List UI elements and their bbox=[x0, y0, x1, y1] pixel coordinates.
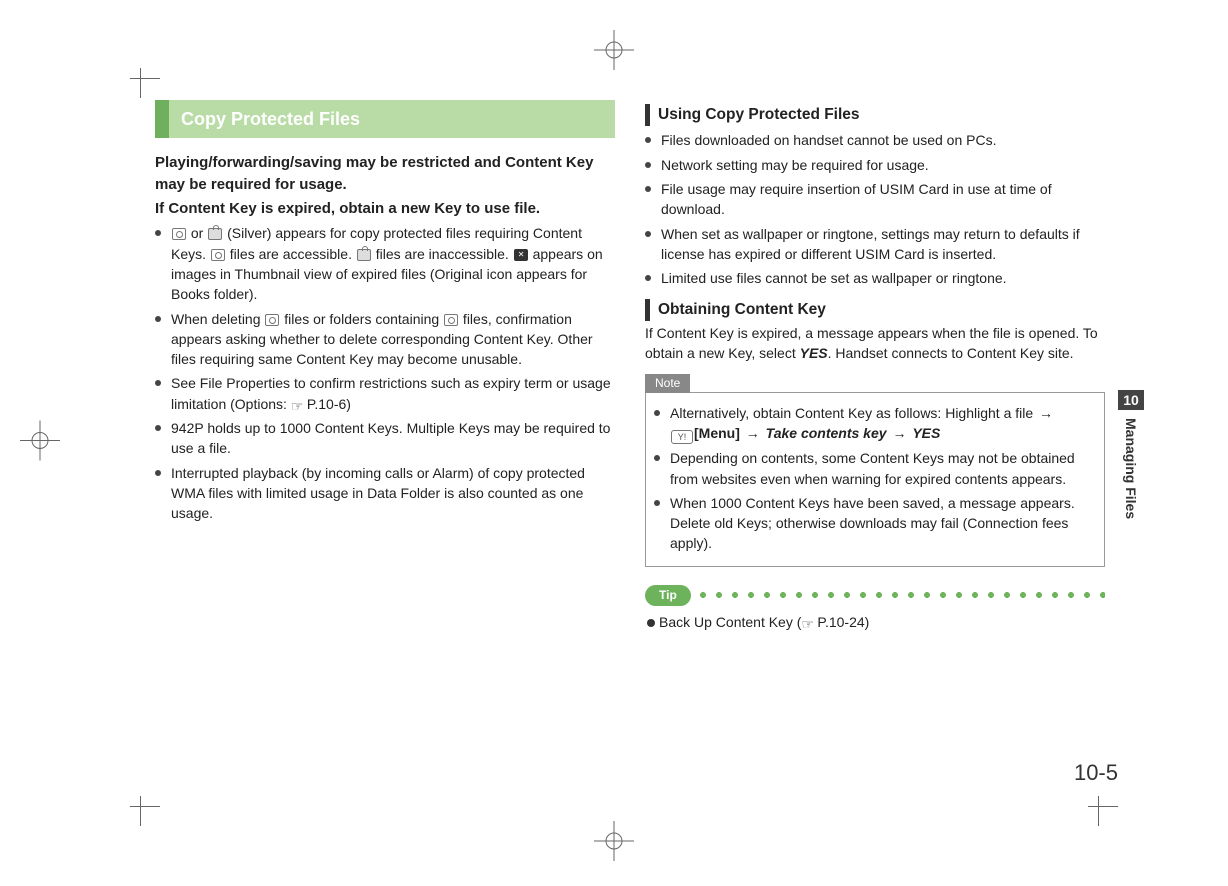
list-item: Depending on contents, some Content Keys… bbox=[654, 448, 1096, 489]
take-contents-key-label: Take contents key bbox=[766, 425, 887, 441]
list-item: 942P holds up to 1000 Content Keys. Mult… bbox=[155, 418, 615, 459]
crop-mark-left bbox=[20, 421, 60, 466]
expired-thumbnail-icon bbox=[514, 249, 528, 261]
list-item: Limited use files cannot be set as wallp… bbox=[645, 268, 1105, 288]
arrow-icon: → bbox=[1037, 405, 1055, 421]
text: files are inaccessible. bbox=[372, 246, 513, 262]
page-content: Copy Protected Files Playing/forwarding/… bbox=[155, 100, 1105, 632]
key-icon bbox=[265, 314, 279, 326]
text: files or folders containing bbox=[280, 311, 443, 327]
chapter-number: 10 bbox=[1118, 390, 1144, 410]
page-number: 10-5 bbox=[1074, 760, 1118, 786]
lead-paragraph-2: If Content Key is expired, obtain a new … bbox=[155, 198, 615, 220]
lock-icon bbox=[357, 249, 371, 261]
text: Alternatively, obtain Content Key as fol… bbox=[670, 405, 1037, 421]
note-box: Alternatively, obtain Content Key as fol… bbox=[645, 392, 1105, 567]
text: P.10-24) bbox=[817, 614, 869, 630]
list-item: When set as wallpaper or ringtone, setti… bbox=[645, 224, 1105, 265]
menu-button-icon: Y! bbox=[671, 430, 693, 444]
reference-icon bbox=[802, 617, 816, 629]
note-list: Alternatively, obtain Content Key as fol… bbox=[654, 403, 1096, 554]
list-item: When 1000 Content Keys have been saved, … bbox=[654, 493, 1096, 554]
chapter-side-tab: 10 Managing Files bbox=[1118, 390, 1144, 527]
section-heading: Copy Protected Files bbox=[155, 100, 615, 138]
list-item: When deleting files or folders containin… bbox=[155, 309, 615, 370]
right-column: Using Copy Protected Files Files downloa… bbox=[645, 100, 1105, 632]
tip-dots-decoration bbox=[699, 591, 1105, 599]
text: When deleting bbox=[171, 311, 264, 327]
yes-label: YES bbox=[912, 425, 940, 441]
subheading-bar bbox=[645, 299, 650, 321]
subheading-bar bbox=[645, 104, 650, 126]
left-bullet-list: or (Silver) appears for copy protected f… bbox=[155, 223, 615, 523]
corner-mark-br bbox=[1088, 796, 1118, 826]
subsection-heading: Using Copy Protected Files bbox=[645, 104, 1105, 126]
key-icon bbox=[211, 249, 225, 261]
lock-icon bbox=[208, 228, 222, 240]
text: P.10-6) bbox=[307, 396, 351, 412]
yes-label: YES bbox=[800, 345, 828, 361]
heading-label: Copy Protected Files bbox=[169, 100, 615, 138]
list-item: Network setting may be required for usag… bbox=[645, 155, 1105, 175]
key-icon bbox=[444, 314, 458, 326]
crop-mark-bottom bbox=[594, 821, 634, 866]
text: files are accessible. bbox=[226, 246, 356, 262]
subheading-text: Obtaining Content Key bbox=[658, 299, 826, 321]
corner-mark-tl bbox=[130, 68, 160, 98]
list-item: See File Properties to confirm restricti… bbox=[155, 373, 615, 414]
list-item: Alternatively, obtain Content Key as fol… bbox=[654, 403, 1096, 444]
obtain-key-paragraph: If Content Key is expired, a message app… bbox=[645, 323, 1105, 364]
note-badge: Note bbox=[645, 374, 690, 393]
reference-icon bbox=[292, 399, 306, 411]
using-files-list: Files downloaded on handset cannot be us… bbox=[645, 130, 1105, 288]
list-item: or (Silver) appears for copy protected f… bbox=[155, 223, 615, 304]
tip-badge: Tip bbox=[645, 585, 691, 606]
tip-item: Back Up Content Key ( P.10-24) bbox=[645, 612, 1105, 632]
text: or bbox=[187, 225, 207, 241]
text: . Handset connects to Content Key site. bbox=[828, 345, 1074, 361]
list-item: Files downloaded on handset cannot be us… bbox=[645, 130, 1105, 150]
tip-header: Tip bbox=[645, 585, 1105, 606]
key-icon bbox=[172, 228, 186, 240]
arrow-icon: → bbox=[890, 425, 908, 441]
list-item: File usage may require insertion of USIM… bbox=[645, 179, 1105, 220]
crop-mark-top bbox=[594, 30, 634, 75]
menu-label: [Menu] bbox=[694, 425, 740, 441]
left-column: Copy Protected Files Playing/forwarding/… bbox=[155, 100, 615, 632]
text: See File Properties to confirm restricti… bbox=[171, 375, 611, 411]
text: Back Up Content Key ( bbox=[659, 614, 801, 630]
subsection-heading: Obtaining Content Key bbox=[645, 299, 1105, 321]
subheading-text: Using Copy Protected Files bbox=[658, 104, 860, 126]
heading-accent-bar bbox=[155, 100, 169, 138]
chapter-title: Managing Files bbox=[1118, 410, 1144, 527]
bullet-icon bbox=[647, 619, 655, 627]
corner-mark-bl bbox=[130, 796, 160, 826]
lead-paragraph-1: Playing/forwarding/saving may be restric… bbox=[155, 152, 615, 196]
arrow-icon: → bbox=[744, 425, 762, 441]
list-item: Interrupted playback (by incoming calls … bbox=[155, 463, 615, 524]
